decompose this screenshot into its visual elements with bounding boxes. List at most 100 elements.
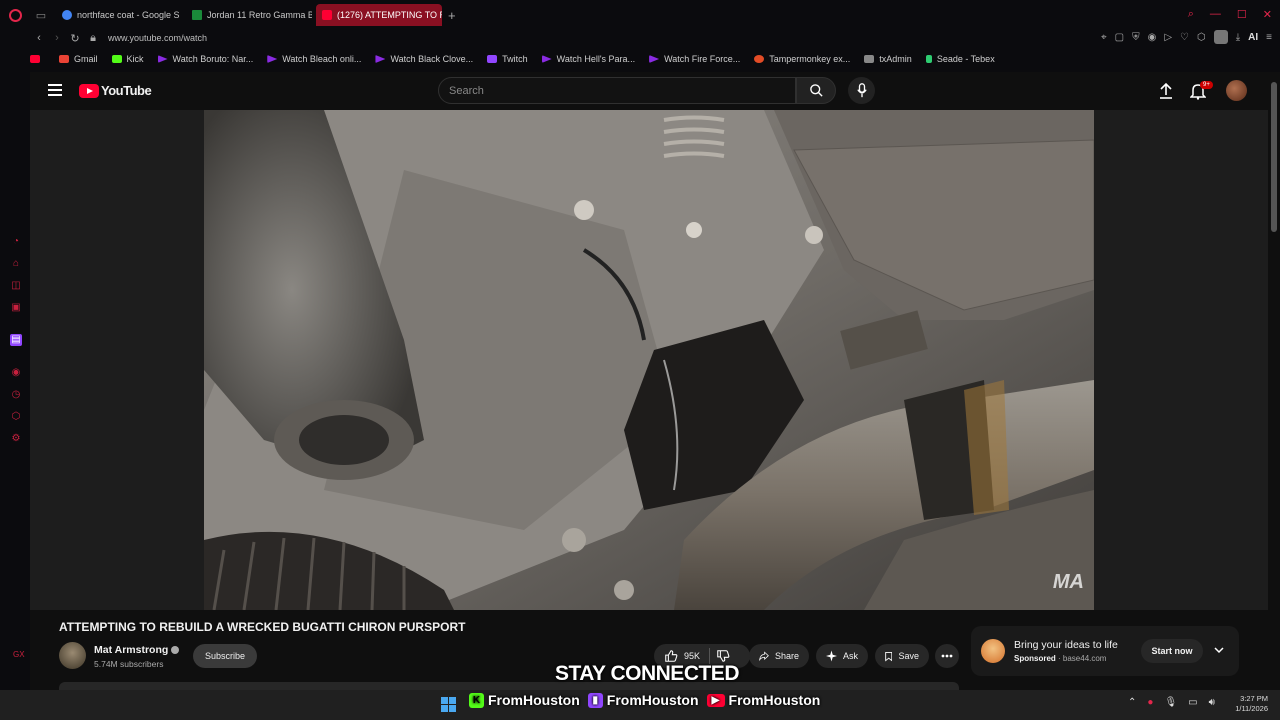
reload-icon[interactable]: ↻: [66, 32, 84, 45]
windows-start-icon[interactable]: [441, 697, 456, 712]
extensions-sidebar-icon[interactable]: ⬡: [10, 411, 22, 423]
bookmark-fire-force[interactable]: Watch Fire Force...: [649, 54, 740, 64]
ad-sponsor-line: Sponsored · base44.com: [1014, 654, 1107, 663]
bookmark-txadmin[interactable]: txAdmin: [864, 54, 912, 64]
upload-icon[interactable]: [1158, 82, 1174, 100]
opera-tray-icon[interactable]: ●: [1147, 697, 1153, 708]
play-bookmark-icon: [267, 55, 278, 63]
subscribe-button[interactable]: Subscribe: [193, 644, 257, 668]
share-button[interactable]: Share: [749, 644, 809, 668]
messenger-icon[interactable]: ▣: [10, 302, 22, 314]
profile-icon[interactable]: [1213, 30, 1228, 44]
play-bookmark-icon: [649, 55, 660, 63]
channel-name[interactable]: Mat Armstrong: [94, 644, 180, 656]
lock-icon: 🔒︎: [90, 31, 96, 44]
gx-control-icon[interactable]: ◔: [10, 236, 22, 248]
chevron-down-icon[interactable]: [1213, 644, 1225, 656]
share-icon: [759, 651, 769, 662]
bookmark-youtube[interactable]: [30, 55, 45, 63]
video-content-image: [204, 110, 1094, 610]
minimize-icon[interactable]: —: [1210, 8, 1221, 21]
bookmark-tampermonkey[interactable]: Tampermonkey ex...: [754, 54, 850, 64]
more-horizontal-icon: [941, 654, 953, 658]
kick-handle: K FromHouston: [469, 692, 580, 708]
new-tab-button[interactable]: +: [448, 8, 456, 23]
player-icon[interactable]: ▷: [1164, 32, 1172, 43]
ad-start-now-button[interactable]: Start now: [1141, 639, 1203, 663]
tab-bar: ▭ northface coat - Google S Jordan 11 Re…: [0, 0, 1280, 30]
tab-jordan[interactable]: Jordan 11 Retro Gamma Bl: [186, 4, 312, 26]
display-icon[interactable]: ▭: [1188, 697, 1197, 708]
play-bookmark-icon: [157, 55, 168, 63]
video-frame[interactable]: MA: [204, 110, 1094, 610]
bookmark-bleach[interactable]: Watch Bleach onli...: [267, 54, 361, 64]
hamburger-menu-icon[interactable]: [48, 84, 62, 96]
settings-icon[interactable]: ⚙: [10, 433, 22, 445]
bookmark-seade-tebex[interactable]: Seade - Tebex: [925, 54, 995, 64]
back-icon[interactable]: ‹: [30, 32, 48, 44]
youtube-logo[interactable]: YouTube: [79, 83, 152, 98]
camera-icon[interactable]: ◉: [1148, 32, 1157, 43]
gx-corner-icon[interactable]: ⌂: [10, 258, 22, 270]
tab-google-search[interactable]: northface coat - Google S: [56, 4, 182, 26]
channel-avatar[interactable]: [59, 642, 86, 669]
pin-icon[interactable]: ⌖: [1101, 32, 1107, 43]
twitch-icon: [487, 55, 498, 63]
thumbs-up-icon[interactable]: [664, 649, 678, 663]
taskbar-clock[interactable]: 3:27 PM 1/11/2026: [1226, 694, 1268, 714]
description-panel[interactable]: [59, 682, 959, 690]
heart-icon[interactable]: ♡: [1180, 32, 1189, 43]
verified-badge-icon: [171, 646, 180, 655]
youtube-bookmark-icon: [30, 55, 40, 63]
channel-watermark: MA: [1052, 571, 1084, 593]
download-icon[interactable]: ⤓: [1236, 32, 1240, 43]
microphone-tray-icon[interactable]: 🎙︎: [1164, 697, 1177, 708]
twitch-logo-icon: ▮: [587, 692, 603, 708]
bookmark-kick[interactable]: Kick: [111, 54, 144, 64]
history-icon[interactable]: ◷: [10, 389, 22, 401]
like-count[interactable]: 95K: [684, 651, 700, 661]
thumbs-down-icon[interactable]: [716, 649, 730, 663]
screenshot-icon[interactable]: ▢: [1115, 32, 1124, 43]
sponsored-ad-card[interactable]: Bring your ideas to life Sponsored · bas…: [971, 626, 1239, 676]
bookmark-black-clover[interactable]: Watch Black Clove...: [375, 54, 473, 64]
address-bar: ‹ › ↻ 🔒︎ www.youtube.com/watch ⌖ ▢ ⛨ ◉ ▷…: [30, 30, 1280, 46]
microphone-icon: [856, 83, 867, 98]
voice-search-button[interactable]: [848, 77, 875, 104]
search-button[interactable]: [796, 77, 836, 104]
forward-icon[interactable]: ›: [48, 32, 66, 44]
opera-gx-logo-icon[interactable]: [0, 0, 30, 30]
account-avatar[interactable]: [1226, 80, 1247, 101]
speaker-icon[interactable]: 🔊︎: [1209, 697, 1215, 708]
url-field[interactable]: www.youtube.com/watch: [108, 33, 207, 43]
advertiser-logo: [981, 639, 1005, 663]
video-player[interactable]: MA: [30, 110, 1268, 610]
bookmark-hells-paradise[interactable]: Watch Hell's Para...: [541, 54, 635, 64]
more-actions-button[interactable]: [935, 644, 959, 668]
bookmark-boruto[interactable]: Watch Boruto: Nar...: [157, 54, 253, 64]
bookmarks-bar: Gmail Kick Watch Boruto: Nar... Watch Bl…: [30, 52, 1009, 66]
twitch-sidebar-icon[interactable]: ▤: [10, 334, 22, 346]
page-scrollbar[interactable]: [1268, 72, 1280, 690]
tab-youtube-active[interactable]: (1276) ATTEMPTING TO RE ✕: [316, 4, 442, 26]
search-tabs-icon[interactable]: ⌕: [1188, 8, 1194, 21]
social-handles-overlay: K FromHouston ▮ FromHouston ▶ FromHouston: [469, 692, 828, 708]
search-input[interactable]: Search: [438, 77, 796, 104]
gx-label: GX: [13, 650, 25, 659]
close-window-icon[interactable]: ✕: [1263, 8, 1272, 21]
menu-icon[interactable]: ≡: [1266, 32, 1272, 43]
tray-chevron-up-icon[interactable]: ⌃: [1128, 697, 1136, 708]
extensions-icon[interactable]: ⬡: [1197, 32, 1206, 43]
ask-button[interactable]: Ask: [816, 644, 868, 668]
player-sidebar-icon[interactable]: ◉: [10, 367, 22, 379]
save-button[interactable]: Save: [875, 644, 929, 668]
scrollbar-thumb[interactable]: [1271, 82, 1277, 232]
youtube-logo-icon: ▶: [706, 693, 725, 707]
bookmark-gmail[interactable]: Gmail: [59, 54, 98, 64]
bookmark-twitch[interactable]: Twitch: [487, 54, 528, 64]
vpn-icon[interactable]: ⛨: [1132, 32, 1140, 43]
tab-manager-icon[interactable]: ▭: [30, 9, 52, 22]
ai-button[interactable]: AI: [1248, 32, 1258, 43]
maximize-icon[interactable]: ☐: [1237, 8, 1247, 21]
instagram-icon[interactable]: ◫: [10, 280, 22, 292]
